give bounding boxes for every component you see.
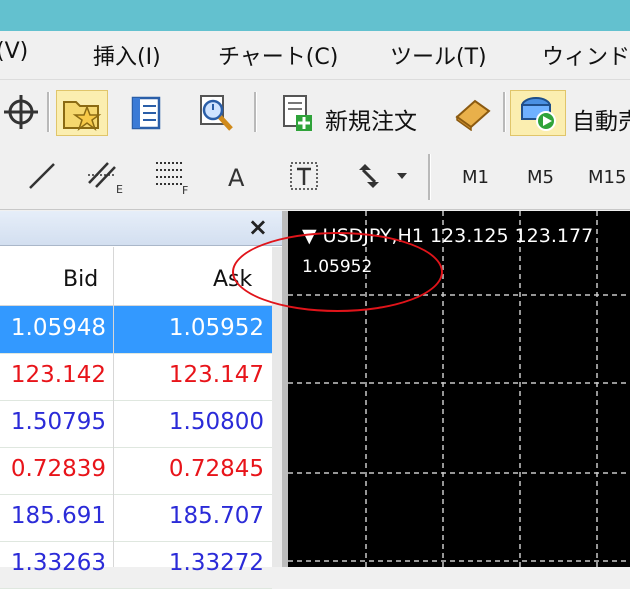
crosshair-button[interactable] [0,90,42,134]
magnifier-clock-icon [200,95,233,131]
ask-price: 1.33272 [168,550,264,576]
navigator-button[interactable] [123,90,169,136]
timeframe-m1[interactable]: M1 [462,167,489,188]
window-titlebar [0,0,630,31]
trendline-icon [29,163,55,189]
ask-price: 185.707 [168,503,264,529]
column-divider [113,247,114,567]
navigator-icon [131,96,161,130]
chart-symbol-quote: USDJPY,H1 123.125 123.177 [322,225,594,247]
bid-price: 1.50795 [10,409,106,435]
market-watch-panel: × Bid Ask 1.05948 1.05952 123.142 123.147 1.… [0,211,282,589]
chart-indicator-value: 1.05952 [302,257,373,277]
toolbar-separator [47,92,50,132]
auto-trading-label[interactable]: 自動売 [572,102,630,136]
bid-price: 1.33263 [10,550,106,576]
table-row[interactable]: 123.142 123.147 [0,353,272,401]
folder-star-icon [63,101,102,132]
book-icon [455,99,491,131]
bid-price: 123.142 [10,362,106,388]
ask-price: 1.50800 [168,409,264,435]
scrollbar[interactable] [272,247,282,567]
ask-price: 123.147 [168,362,264,388]
table-row[interactable]: 1.33263 1.33272 [0,541,272,589]
crosshair-icon [4,95,38,129]
standard-toolbar: 新規注文 自動売 [0,79,630,145]
chevron-down-icon [397,173,407,179]
tester-button[interactable] [192,90,240,136]
text-label-icon [290,162,318,190]
menu-bar: (V) 挿入(I) チャート(C) ツール(T) ウィンドウ [0,31,630,78]
bid-price: 185.691 [10,503,106,529]
table-row[interactable]: 1.50795 1.50800 [0,400,272,448]
ask-column-header[interactable]: Ask [213,267,252,292]
chart-menu-triangle-icon[interactable]: ▼ [302,225,317,247]
ask-price: 1.05952 [168,315,264,341]
table-row[interactable]: 1.05948 1.05952 [0,306,272,354]
new-order-label[interactable]: 新規注文 [325,102,417,136]
toolbar-separator [254,92,257,132]
svg-text:E: E [116,183,123,195]
equidistant-channel-button[interactable]: E [84,156,128,196]
menu-tools[interactable]: ツール(T) [390,39,487,71]
channel-icon: E [88,162,123,195]
favorites-button[interactable] [56,90,108,136]
bid-price: 1.05948 [10,315,106,341]
chart-window[interactable]: ▼ USDJPY,H1 123.125 123.177 1.05952 [288,211,630,567]
auto-trading-icon [521,97,556,131]
menu-chart[interactable]: チャート(C) [218,39,338,71]
new-order-icon-button[interactable] [274,90,320,136]
arrows-icon [359,164,407,188]
arrows-dropdown-button[interactable] [348,156,414,196]
ask-price: 0.72845 [168,456,264,482]
toolbar-separator [428,154,431,200]
text-tool-button[interactable]: A [228,164,244,192]
bid-column-header[interactable]: Bid [63,267,98,292]
text-label-button[interactable] [284,156,324,196]
menu-insert[interactable]: 挿入(I) [93,39,161,71]
chart-title: ▼ USDJPY,H1 123.125 123.177 [302,225,593,247]
trendline-button[interactable] [22,156,62,196]
table-row[interactable]: 185.691 185.707 [0,494,272,542]
timeframe-m5[interactable]: M5 [527,167,554,188]
toolbar-separator [503,92,506,132]
timeframe-m15[interactable]: M15 [588,167,626,188]
market-watch-column-header: Bid Ask [0,247,272,306]
close-icon[interactable]: × [248,213,268,241]
auto-trading-button[interactable] [510,90,566,136]
menu-window[interactable]: ウィンドウ [542,39,630,71]
line-studies-toolbar: E F A M1 M5 M15 [0,144,630,210]
bid-price: 0.72839 [10,456,106,482]
table-row[interactable]: 0.72839 0.72845 [0,447,272,495]
market-watch-header: × [0,211,282,246]
svg-text:F: F [182,184,188,195]
fibonacci-button[interactable]: F [150,156,194,196]
new-order-icon [283,95,312,131]
menu-view[interactable]: (V) [0,39,28,64]
fibonacci-icon: F [156,162,188,195]
meta-editor-button[interactable] [450,90,496,136]
